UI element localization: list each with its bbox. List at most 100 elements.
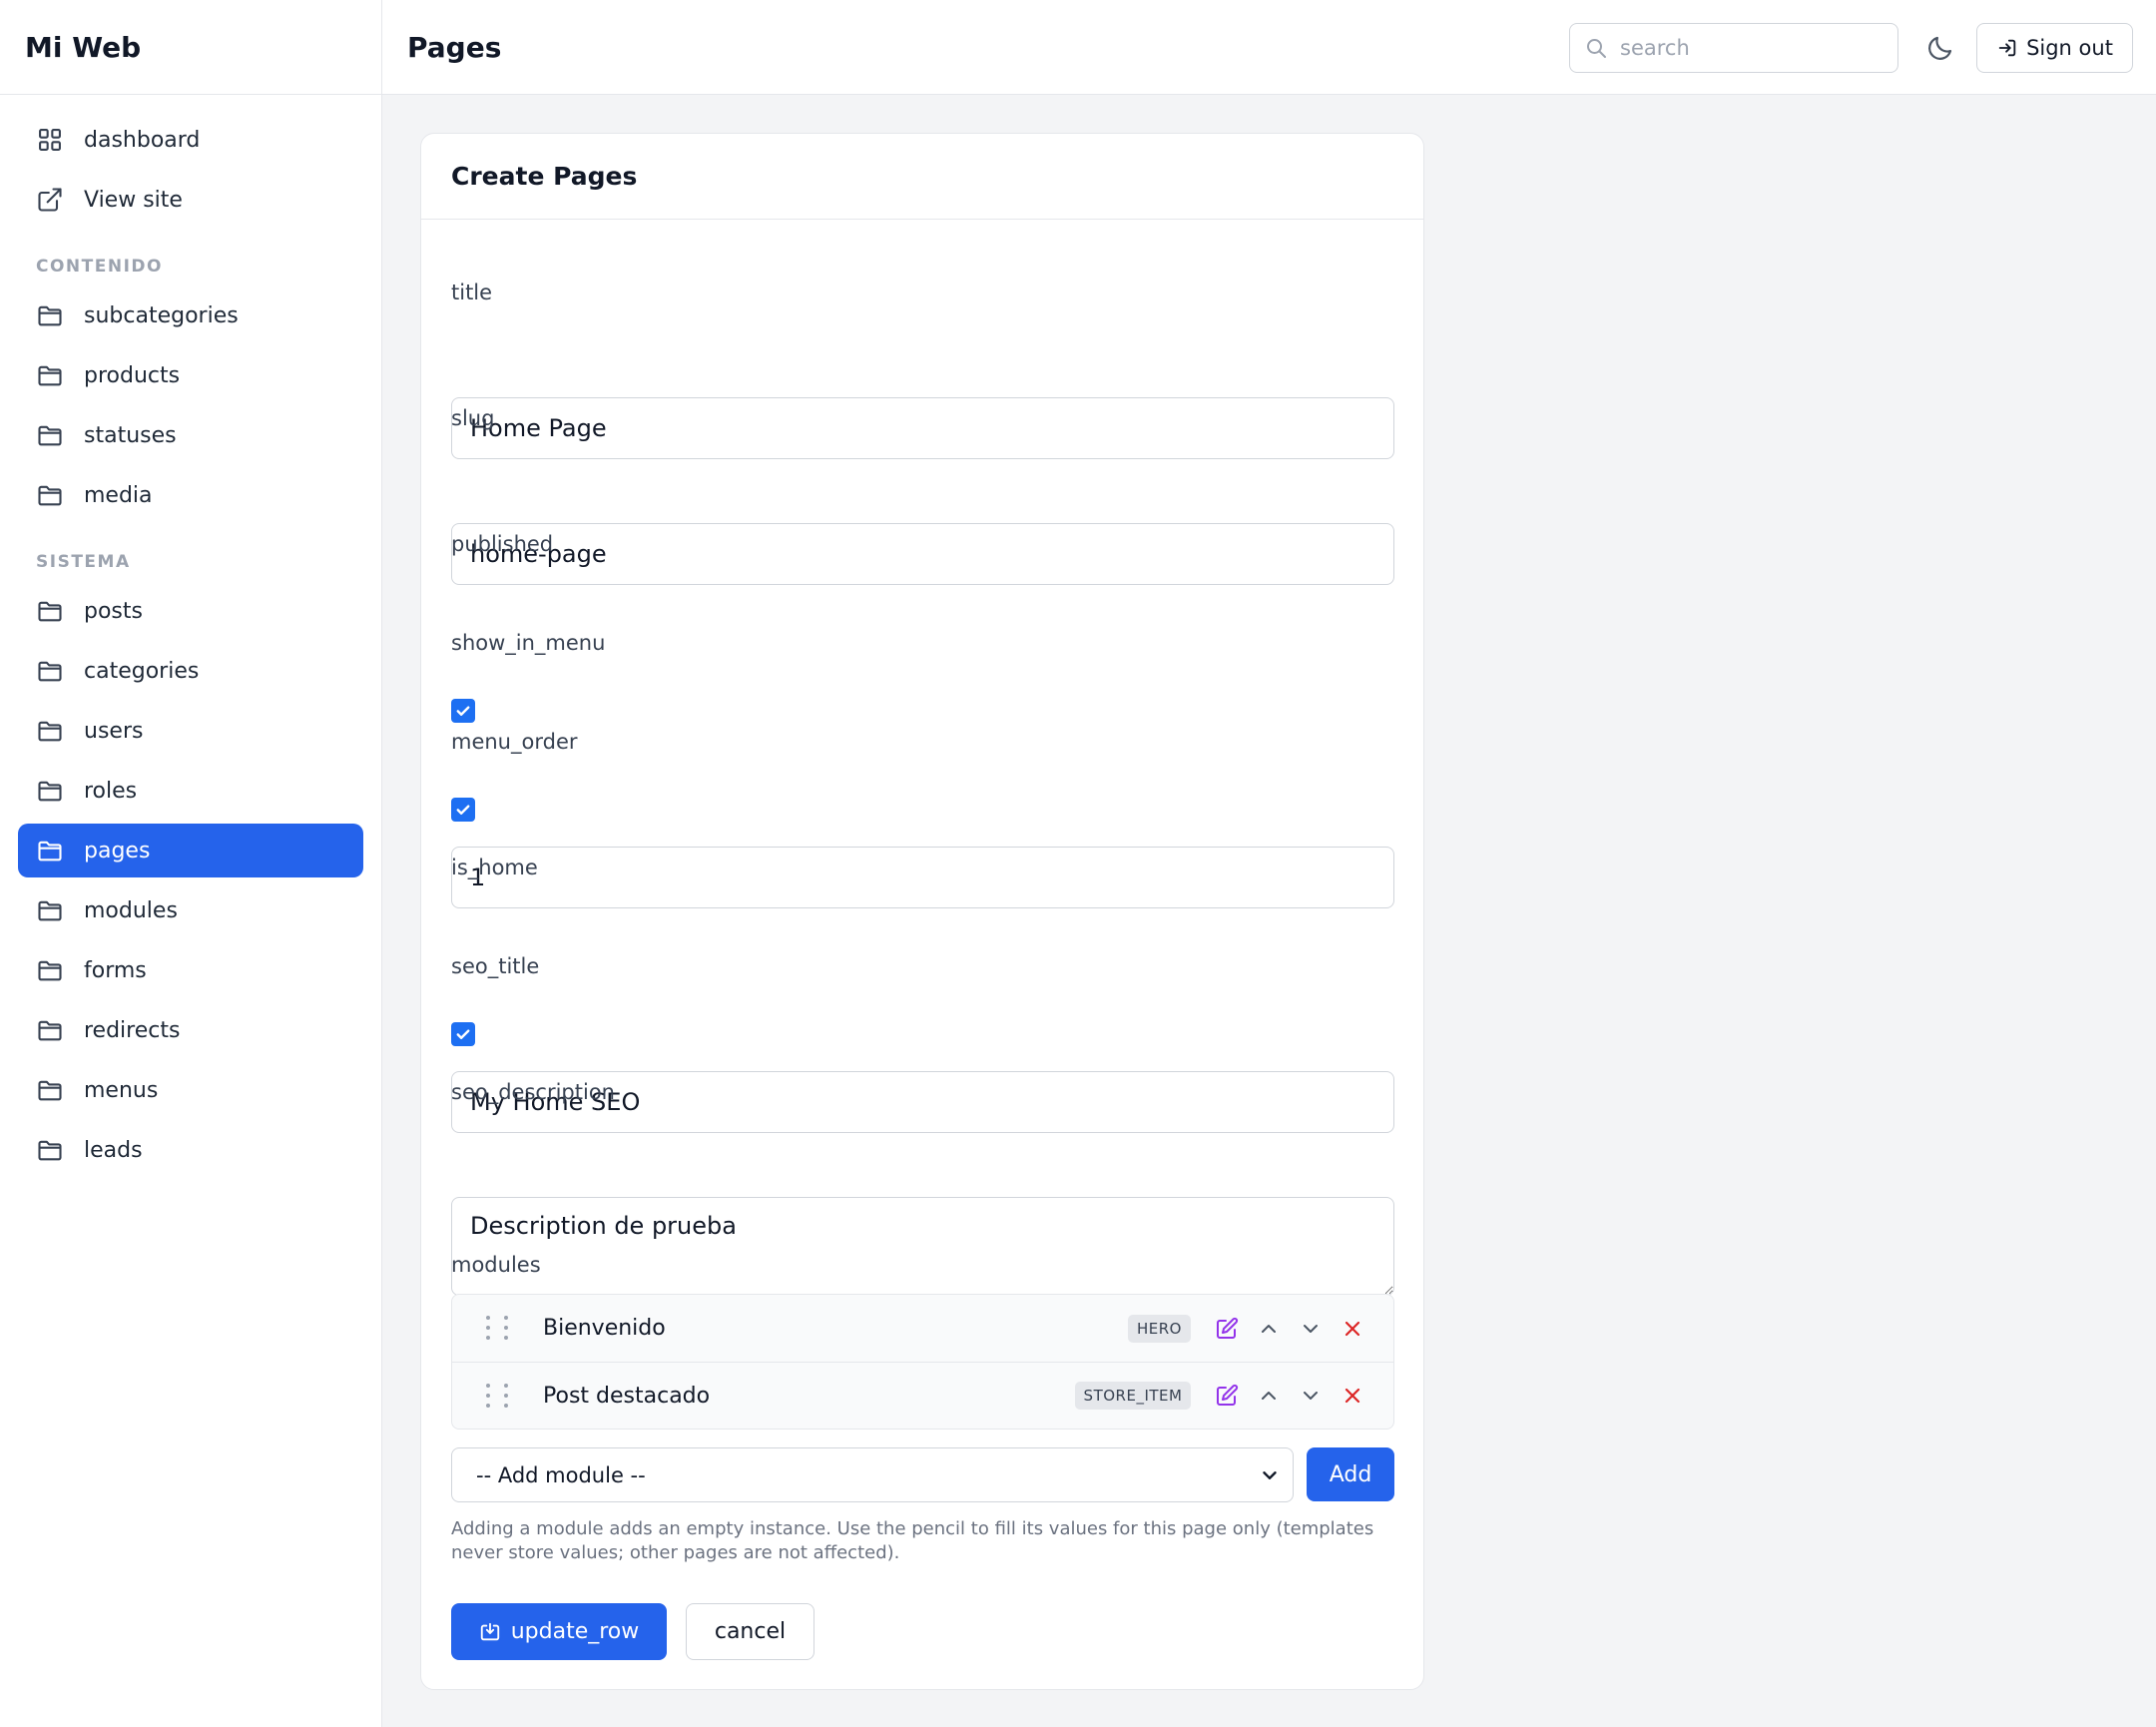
sidebar-item-pages[interactable]: pages — [18, 824, 363, 877]
sidebar-item-label: redirects — [84, 1017, 181, 1043]
folder-icon — [38, 1140, 62, 1161]
sidebar-item-label: posts — [84, 598, 143, 624]
sidebar-item-label: categories — [84, 658, 200, 684]
slug-input[interactable] — [451, 523, 1394, 585]
title-input[interactable] — [451, 397, 1394, 459]
cancel-button[interactable]: cancel — [686, 1603, 814, 1660]
sidebar-item-redirects[interactable]: redirects — [18, 1003, 363, 1057]
update-row-button[interactable]: update_row — [451, 1603, 667, 1660]
sidebar-item-label: subcategories — [84, 302, 239, 328]
sidebar-item-label: users — [84, 718, 144, 744]
modules-help-text: Adding a module adds an empty instance. … — [451, 1518, 1374, 1563]
published-checkbox[interactable] — [451, 699, 475, 723]
modules-list: Bienvenido HERO Post destacado STORE_ITE… — [451, 1294, 1394, 1430]
sidebar-item-label: forms — [84, 957, 147, 983]
theme-toggle-button[interactable] — [1922, 30, 1958, 66]
folder-icon — [38, 841, 62, 862]
sidebar-item-label: modules — [84, 897, 178, 923]
folder-icon — [38, 485, 62, 506]
sidebar-item-products[interactable]: products — [18, 348, 363, 402]
sidebar-item-menus[interactable]: menus — [18, 1063, 363, 1117]
sign-out-label: Sign out — [2026, 36, 2113, 60]
show-in-menu-checkbox[interactable] — [451, 798, 475, 822]
folder-icon — [38, 601, 62, 622]
folder-icon — [38, 721, 62, 742]
sidebar-item-label: pages — [84, 838, 151, 864]
sidebar-item-posts[interactable]: posts — [18, 584, 363, 638]
sidebar-item-label: roles — [84, 778, 138, 804]
title-label: title — [451, 281, 493, 304]
folder-icon — [38, 1080, 62, 1101]
save-icon — [480, 1622, 499, 1640]
remove-x-icon[interactable] — [1341, 1384, 1364, 1408]
add-module-button[interactable]: Add — [1307, 1447, 1394, 1501]
modules-label: modules — [451, 1253, 541, 1277]
menu-order-input[interactable] — [451, 847, 1394, 908]
sidebar-item-statuses[interactable]: statuses — [18, 408, 363, 462]
sidebar-item-roles[interactable]: roles — [18, 764, 363, 818]
sidebar-item-media[interactable]: media — [18, 468, 363, 522]
edit-pencil-icon[interactable] — [1215, 1317, 1239, 1341]
checkmark-icon — [456, 706, 470, 716]
search-box[interactable] — [1569, 23, 1898, 73]
grid-icon — [39, 129, 61, 151]
published-label: published — [451, 532, 554, 556]
folder-icon — [38, 365, 62, 386]
folder-icon — [38, 305, 62, 326]
drag-handle-icon[interactable] — [480, 1381, 516, 1411]
sidebar-item-users[interactable]: users — [18, 704, 363, 758]
module-item[interactable]: Post destacado STORE_ITEM — [452, 1362, 1393, 1429]
update-row-label: update_row — [510, 1619, 640, 1644]
sidebar-item-label: leads — [84, 1137, 143, 1163]
folder-icon — [38, 900, 62, 921]
search-icon — [1587, 39, 1606, 58]
sidebar-item-forms[interactable]: forms — [18, 943, 363, 997]
card-title: Create Pages — [421, 134, 1423, 220]
create-page-card: Create Pages title slug published show_i… — [420, 133, 1424, 1690]
module-type-badge: STORE_ITEM — [1075, 1382, 1191, 1410]
folder-icon — [38, 1020, 62, 1041]
sidebar-item-categories[interactable]: categories — [18, 644, 363, 698]
sidebar-section-sistema: SISTEMA — [36, 552, 131, 572]
folder-icon — [38, 661, 62, 682]
chevron-up-icon[interactable] — [1257, 1384, 1281, 1408]
external-link-icon — [38, 188, 62, 212]
seo-description-textarea[interactable]: Description de prueba — [451, 1197, 1394, 1296]
app-brand[interactable]: Mi Web — [0, 0, 381, 95]
checkmark-icon — [456, 1029, 470, 1039]
add-module-select-value: -- Add module -- — [476, 1462, 646, 1487]
sidebar-item-modules[interactable]: modules — [18, 883, 363, 937]
sidebar-item-view-site[interactable]: View site — [18, 173, 363, 227]
sign-out-icon — [1998, 39, 2016, 57]
sidebar-item-label: products — [84, 362, 181, 388]
page-title: Pages — [407, 30, 502, 64]
sign-out-button[interactable]: Sign out — [1976, 23, 2133, 73]
slug-label: slug — [451, 406, 495, 430]
folder-icon — [38, 425, 62, 446]
sidebar-item-dashboard[interactable]: dashboard — [18, 113, 363, 167]
top-bar: Pages Sign out — [382, 0, 2156, 95]
sidebar-item-label: View site — [84, 187, 183, 213]
chevron-down-icon[interactable] — [1299, 1317, 1323, 1341]
remove-x-icon[interactable] — [1341, 1317, 1364, 1341]
module-name: Post destacado — [543, 1383, 711, 1409]
show-in-menu-label: show_in_menu — [451, 631, 606, 655]
sidebar-item-label: media — [84, 482, 153, 508]
folder-icon — [38, 960, 62, 981]
add-module-select[interactable]: -- Add module -- — [451, 1447, 1294, 1502]
sidebar-item-label: statuses — [84, 422, 177, 448]
sidebar-item-leads[interactable]: leads — [18, 1123, 363, 1177]
drag-handle-icon[interactable] — [480, 1313, 516, 1343]
chevron-down-icon[interactable] — [1299, 1384, 1323, 1408]
sidebar-item-subcategories[interactable]: subcategories — [18, 288, 363, 342]
edit-pencil-icon[interactable] — [1215, 1384, 1239, 1408]
chevron-up-icon[interactable] — [1257, 1317, 1281, 1341]
module-item[interactable]: Bienvenido HERO — [452, 1295, 1393, 1362]
seo-description-label: seo_description — [451, 1080, 615, 1104]
sidebar-section-contenido: CONTENIDO — [36, 257, 163, 277]
module-type-badge: HERO — [1128, 1314, 1191, 1343]
moon-icon — [1928, 36, 1952, 60]
menu-order-label: menu_order — [451, 730, 578, 754]
is-home-checkbox[interactable] — [451, 1022, 475, 1046]
search-input[interactable] — [1620, 36, 1880, 60]
